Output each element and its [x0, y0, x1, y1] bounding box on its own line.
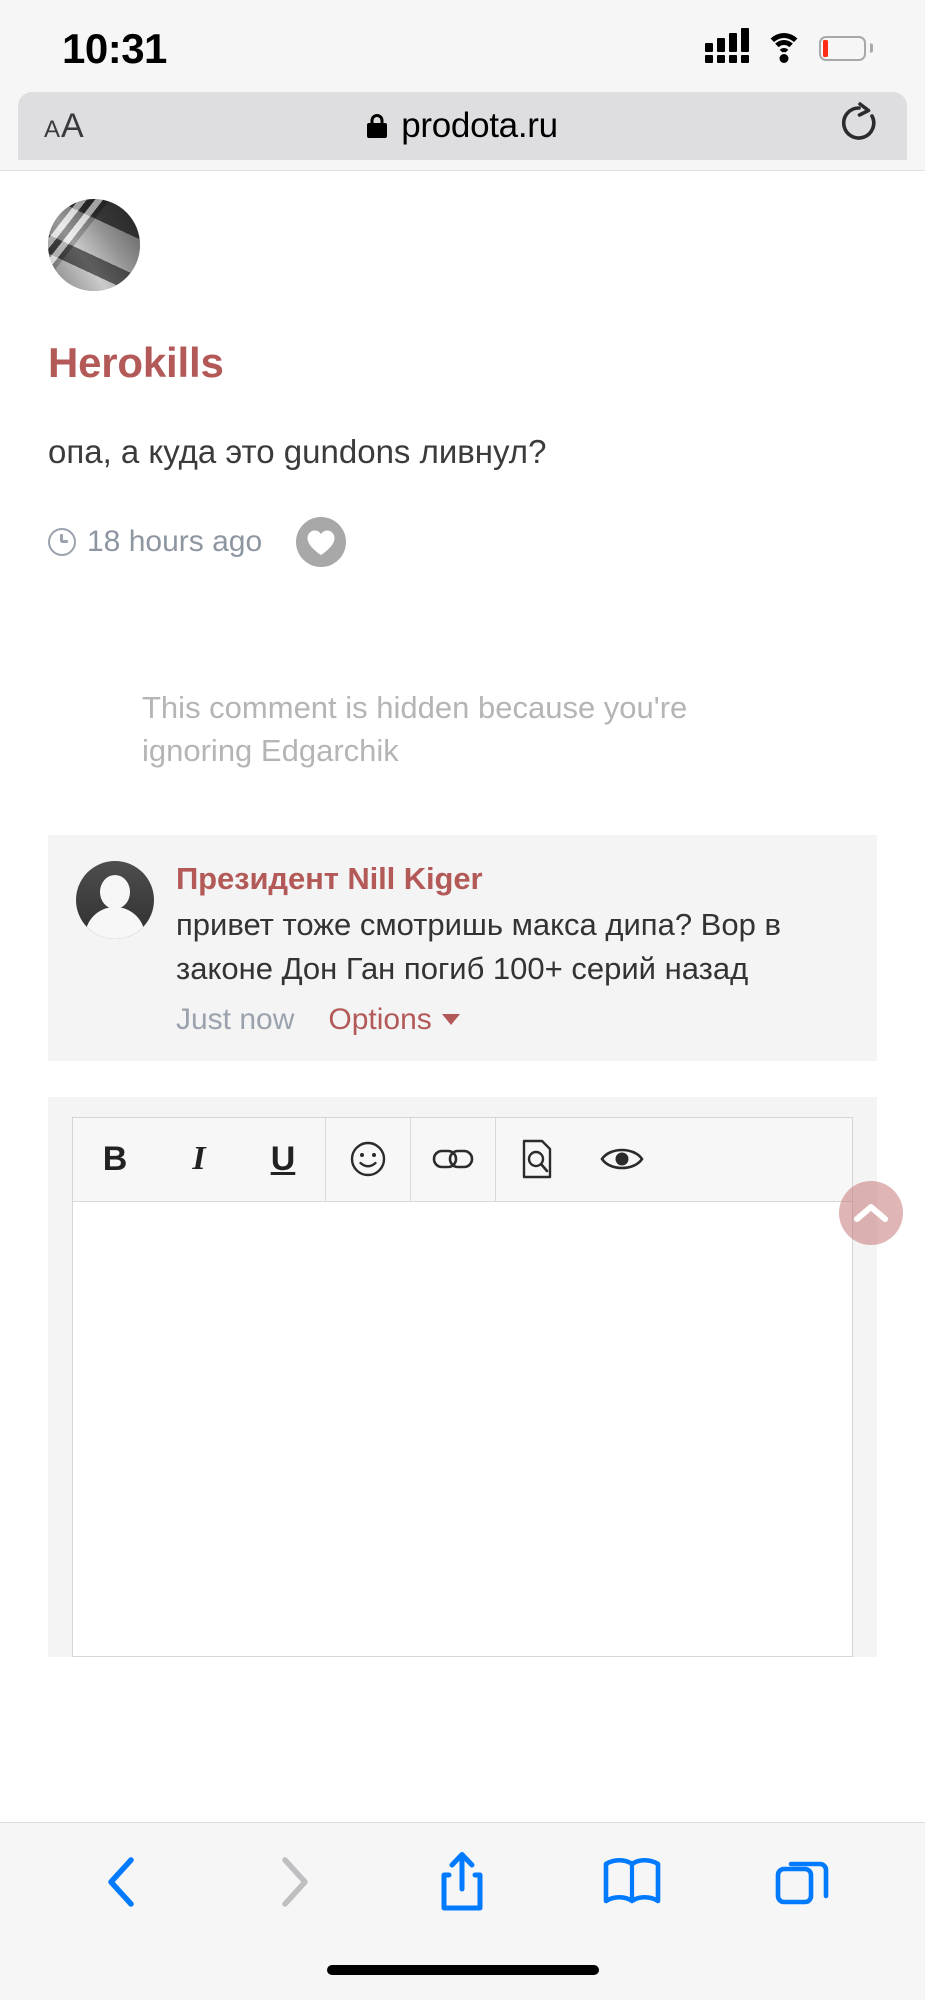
status-bar: 10:31 — [0, 0, 925, 92]
reply-options-button[interactable]: Options — [328, 1002, 460, 1037]
link-button[interactable] — [411, 1118, 495, 1201]
reply-body-wrap: Президент Nill Kiger привет тоже смотриш… — [176, 861, 849, 1037]
back-button[interactable] — [83, 1842, 163, 1922]
reply-body: привет тоже смотришь макса дипа? Вор в з… — [176, 906, 781, 986]
source-button[interactable] — [496, 1118, 580, 1201]
text-size-large-a: A — [61, 107, 84, 145]
home-indicator[interactable] — [326, 1965, 599, 1975]
forward-button — [253, 1842, 333, 1922]
comment-main: Herokills опа, а куда это gundons ливнул… — [0, 171, 925, 568]
chevron-left-icon — [108, 1856, 134, 1907]
preview-button[interactable] — [580, 1118, 664, 1201]
reply-options-label: Options — [328, 1002, 432, 1036]
hidden-comment-notice: This comment is hidden because you're ig… — [142, 690, 688, 768]
bold-button[interactable]: B — [73, 1118, 157, 1201]
editor-toolbar: B I U — [73, 1117, 852, 1202]
comment-timestamp-text: 18 hours ago — [87, 525, 263, 559]
avatar[interactable] — [76, 860, 154, 939]
battery-low-icon — [819, 35, 873, 61]
caret-down-icon — [441, 1014, 460, 1026]
like-button[interactable] — [296, 517, 347, 568]
book-icon — [603, 1857, 661, 1903]
status-bar-clock: 10:31 — [62, 25, 167, 72]
smiley-icon — [350, 1142, 386, 1177]
italic-button[interactable]: I — [157, 1118, 241, 1201]
avatar-shoulders — [85, 906, 145, 939]
comment-body: опа, а куда это gundons ливнул? — [48, 433, 547, 470]
web-page-content: Herokills опа, а куда это gundons ливнул… — [0, 170, 925, 1822]
status-bar-icons — [705, 28, 873, 63]
user-avatar-photo — [48, 199, 140, 291]
scroll-to-top-button[interactable] — [839, 1181, 903, 1245]
reply-editor-wrapper: B I U — [48, 1096, 877, 1657]
underline-button[interactable]: U — [241, 1118, 325, 1201]
heart-icon — [307, 530, 335, 555]
comment-meta: 18 hours ago — [48, 517, 877, 568]
share-icon — [441, 1851, 483, 1910]
editor-toolbar-format-group: B I U — [73, 1118, 325, 1201]
chevron-up-icon — [854, 1204, 888, 1222]
clock-icon — [48, 528, 76, 557]
home-indicator-area — [0, 1940, 925, 2000]
text-size-button[interactable]: A A — [44, 109, 84, 143]
default-user-silhouette-icon — [100, 874, 130, 909]
chain-link-icon — [432, 1149, 474, 1169]
comment-timestamp: 18 hours ago — [48, 525, 262, 559]
editor-text-area[interactable] — [73, 1201, 852, 1656]
chevron-right-icon — [281, 1856, 308, 1907]
bookmarks-button[interactable] — [592, 1842, 672, 1922]
reply-author-link[interactable]: Президент Nill Kiger — [176, 861, 849, 897]
document-search-icon — [522, 1140, 552, 1179]
share-button[interactable] — [422, 1842, 502, 1922]
address-bar[interactable]: A A prodota.ru — [18, 92, 907, 160]
reply-meta: Just now Options — [176, 1003, 849, 1037]
avatar[interactable] — [48, 199, 140, 291]
address-bar-center: prodota.ru — [18, 106, 907, 146]
reload-icon[interactable] — [837, 101, 881, 152]
reply-comment: Президент Nill Kiger привет тоже смотриш… — [48, 834, 877, 1061]
comment-author-link[interactable]: Herokills — [48, 339, 877, 387]
browser-toolbar: A A prodota.ru — [0, 92, 925, 170]
eye-icon — [600, 1148, 644, 1170]
reply-timestamp: Just now — [176, 1002, 295, 1036]
tabs-button[interactable] — [762, 1842, 842, 1922]
safari-bottom-toolbar — [0, 1822, 925, 1940]
safari-browser-screen: 10:31 A A prodota.ru Herokills опа, а ку… — [0, 0, 925, 2000]
wifi-icon — [765, 33, 803, 63]
rich-text-editor: B I U — [72, 1116, 853, 1657]
lock-icon — [367, 114, 388, 138]
cellular-signal-icon — [705, 28, 749, 63]
text-size-small-a: A — [44, 116, 61, 143]
url-text: prodota.ru — [401, 106, 558, 145]
emoji-button[interactable] — [326, 1118, 410, 1201]
tabs-icon — [775, 1861, 829, 1904]
